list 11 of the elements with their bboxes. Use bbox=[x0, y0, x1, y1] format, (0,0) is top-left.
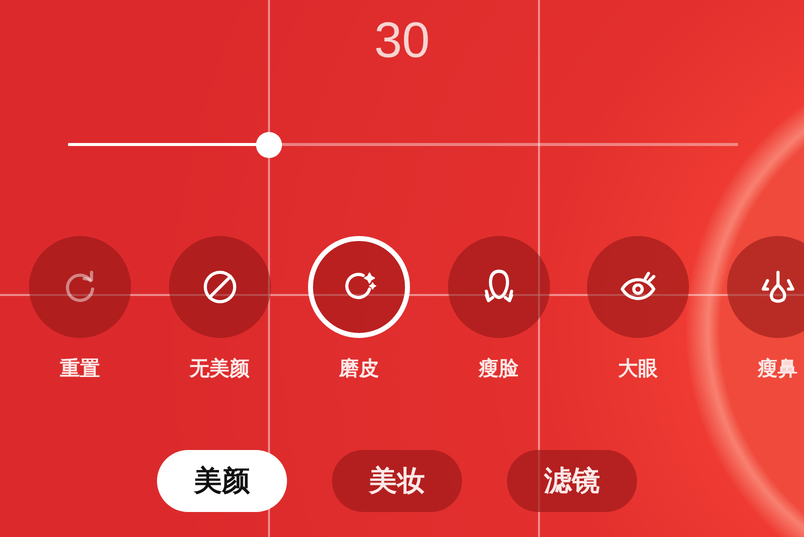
effect-label: 大眼 bbox=[618, 356, 658, 380]
category-tab[interactable]: 滤镜 bbox=[507, 450, 637, 512]
slider-thumb[interactable] bbox=[256, 132, 282, 158]
category-tab[interactable]: 美颜 bbox=[157, 450, 287, 512]
effect-label: 瘦脸 bbox=[478, 356, 518, 380]
effect-label: 瘦鼻 bbox=[758, 356, 798, 380]
value-readout: 30 bbox=[373, 11, 431, 70]
effect-label: 磨皮 bbox=[339, 356, 379, 380]
effect-label: 无美颜 bbox=[190, 356, 250, 380]
category-tab[interactable]: 美妆 bbox=[332, 450, 462, 512]
effect-label: 重置 bbox=[60, 356, 100, 380]
